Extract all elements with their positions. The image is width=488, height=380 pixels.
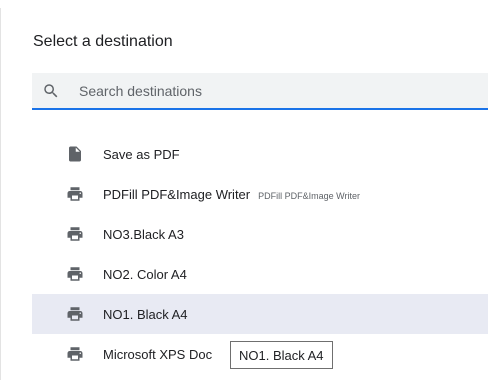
dialog-border [0,8,1,380]
search-input[interactable] [79,73,479,108]
destination-label: NO2. Color A4 [103,266,187,282]
destination-item-no1-black-a4[interactable]: NO1. Black A4 [32,294,488,334]
destination-label: PDFill PDF&Image Writer [103,186,251,202]
destination-item-no2-color-a4[interactable]: NO2. Color A4 [32,254,488,294]
destination-sublabel: PDFill PDF&Image Writer [258,190,360,201]
dialog-title: Select a destination [33,33,173,50]
tooltip: NO1. Black A4 [230,341,333,369]
search-icon [44,84,58,98]
destination-label: Save as PDF [103,146,180,162]
destination-label: NO3.Black A3 [103,226,184,242]
printer-icon [67,347,83,361]
destination-label: Microsoft XPS Doc [103,346,213,362]
printer-icon [67,267,83,281]
destination-item-no3-black-a3[interactable]: NO3.Black A3 [32,214,488,254]
destination-dialog: Select a destination Save as PDF PDFill … [0,0,488,380]
destination-item-pdfill[interactable]: PDFill PDF&Image Writer PDFill PDF&Image … [32,174,488,214]
destination-list: Save as PDF PDFill PDF&Image Writer PDFil… [32,134,488,374]
destination-label: NO1. Black A4 [103,306,188,322]
printer-icon [67,227,83,241]
printer-icon [67,307,83,321]
search-box[interactable] [32,73,488,110]
destination-item-save-as-pdf[interactable]: Save as PDF [32,134,488,174]
pdf-file-icon [69,146,81,162]
printer-icon [67,187,83,201]
